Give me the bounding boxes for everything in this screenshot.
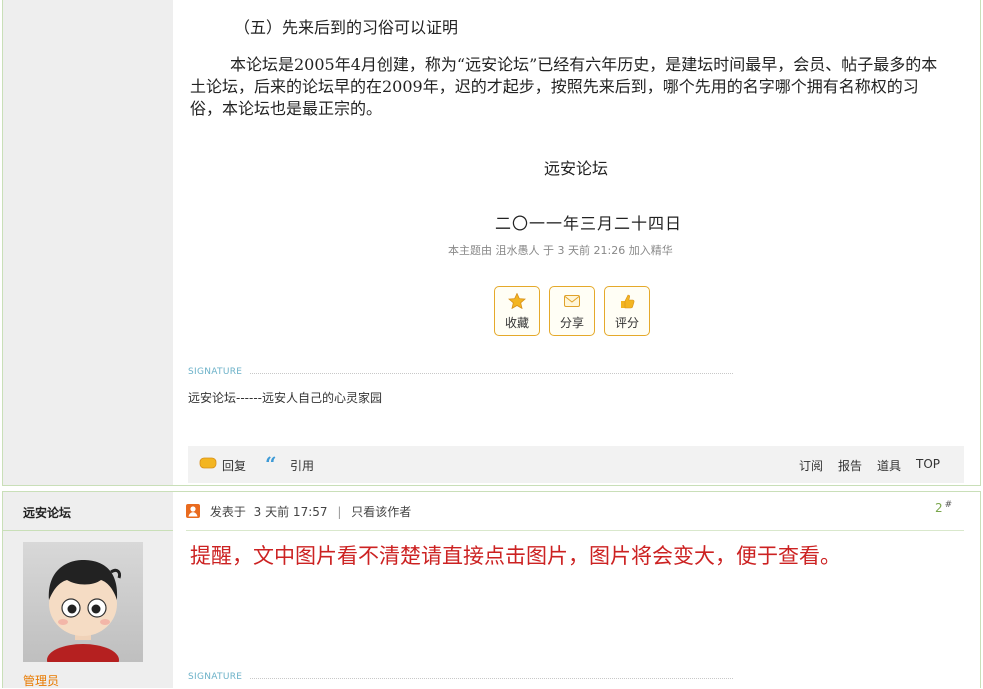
post-2-signature-divider [250,678,733,679]
favorite-label: 收藏 [504,316,529,330]
post-2-author-column: 远安论坛 管理员 [3,492,173,688]
quote-icon[interactable]: “ [265,452,277,476]
signature-label: SIGNATURE [188,367,243,377]
floor-mark: # [944,500,953,510]
signature-divider [250,373,733,374]
meta-separator: | [337,505,342,519]
user-role: 管理员 [23,674,60,688]
reply-link[interactable]: 回复 [222,457,246,474]
only-author-link[interactable]: 只看该作者 [351,505,411,519]
signoff-date: 二〇一一年三月二十四日 [495,214,683,233]
author-name[interactable]: 远安论坛 [23,504,71,521]
posted-prefix: 发表于 [209,505,246,519]
rate-button[interactable]: 评分 [604,286,650,336]
star-icon [508,292,526,310]
meta-action: 加入精华 [628,244,673,257]
post-1-author-column [3,0,173,485]
floor-number-value: 2 [935,501,943,515]
floor-number[interactable]: 2 # [935,500,952,515]
avatar[interactable] [23,542,143,662]
post-action-bar: 回复 “ 引用 订阅 报告 道具 TOP [188,446,964,483]
essence-meta: 本主题由 沮水愚人 于 3 天前 21:26 加入精华 [448,242,673,258]
section-heading: （五）先来后到的习俗可以证明 [234,18,459,37]
meta-time: 3 天前 21:26 [557,244,626,257]
share-icon [563,293,581,309]
post-paragraph: 本论坛是2005年4月创建，称为“远安论坛”已经有六年历史，是建坛时间最早，会员… [190,55,938,118]
reply-icon[interactable] [199,457,217,471]
tools-link[interactable]: 道具 [877,457,901,474]
post-2-signature-label: SIGNATURE [188,672,243,682]
report-link[interactable]: 报告 [838,457,862,474]
post-2: 远安论坛 管理员 [2,491,981,688]
top-link[interactable]: TOP [916,457,940,471]
share-label: 分享 [559,316,584,330]
author-divider [3,530,173,531]
signoff-name: 远安论坛 [544,159,609,178]
post-2-meta: 发表于 3 天前 17:57 | 只看该作者 [186,503,411,520]
post-2-content: 提醒，文中图片看不清楚请直接点击图片，图片将会变大，便于查看。 [190,544,841,568]
posted-time: 3 天前 17:57 [253,505,328,519]
post-author-icon [186,504,200,518]
meta-on: 于 [543,244,554,257]
meta-user-link[interactable]: 沮水愚人 [496,244,540,257]
rate-label: 评分 [614,316,639,330]
rate-icon [618,293,636,309]
subscribe-link[interactable]: 订阅 [799,457,823,474]
quote-link[interactable]: 引用 [290,457,314,474]
meta-prefix: 本主题由 [448,244,492,257]
post-2-header-divider [186,530,964,531]
share-button[interactable]: 分享 [549,286,595,336]
favorite-button[interactable]: 收藏 [494,286,540,336]
signature-text: 远安论坛------远安人自己的心灵家园 [188,391,382,405]
